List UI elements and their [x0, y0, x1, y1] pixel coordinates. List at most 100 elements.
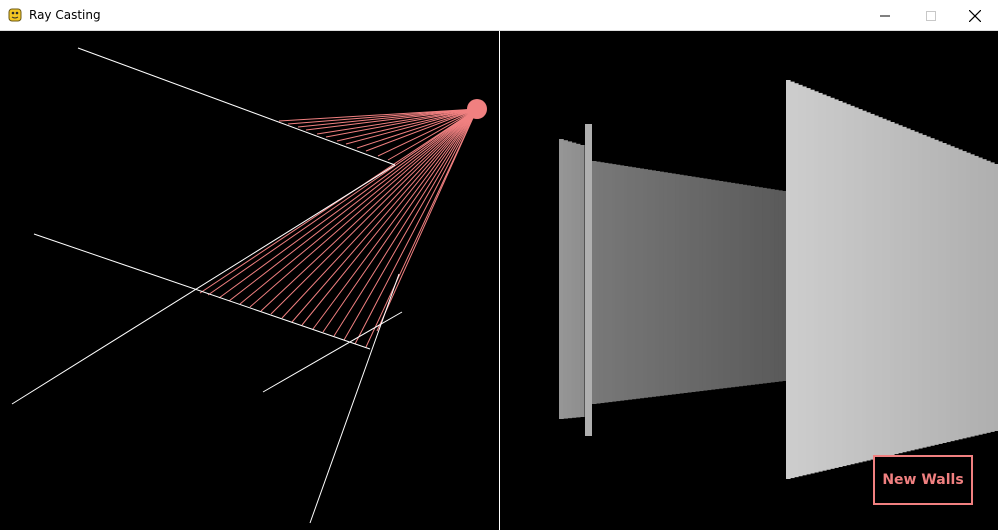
wall-slice [862, 110, 867, 462]
ray-line [270, 108, 478, 315]
wall-slice [818, 92, 823, 472]
wall-slice [794, 83, 799, 478]
wall-slice [782, 191, 787, 381]
wall-slice [774, 189, 779, 382]
wall-slice [926, 136, 931, 447]
wall-slice [710, 179, 716, 390]
wall-slice [675, 174, 680, 394]
close-button[interactable] [952, 0, 998, 31]
minimize-button[interactable] [862, 0, 908, 31]
wall-slice [643, 169, 649, 398]
wall-slice [690, 176, 696, 393]
ray-line [343, 108, 478, 341]
wall-slice [714, 180, 720, 390]
wall-slice [592, 161, 597, 404]
wall-slice [822, 94, 827, 471]
window-titlebar: Ray Casting [0, 0, 998, 31]
ray-line [207, 108, 478, 296]
wall-slice [611, 164, 617, 402]
wall-segment [11, 164, 396, 405]
wall-slice [838, 101, 843, 467]
wall-slice [982, 159, 987, 434]
wall-slice [647, 169, 652, 398]
ray-casting-scene [11, 31, 998, 530]
wall-slice [579, 145, 585, 417]
wall-slice [966, 152, 971, 438]
wall-slice [930, 138, 935, 446]
wall-slice [830, 97, 835, 469]
wall-slice [603, 162, 609, 403]
wall-slice [607, 163, 613, 403]
wall-slice [950, 146, 955, 442]
wall-slice [890, 122, 895, 455]
wall-slice [962, 151, 967, 439]
wall-slice [990, 162, 995, 432]
wall-slice [846, 104, 851, 466]
window-title: Ray Casting [29, 8, 101, 22]
ray-line [249, 108, 478, 308]
pygame-snake-icon [8, 8, 22, 22]
wall-slice [619, 165, 625, 401]
wall-slice [834, 99, 839, 468]
wall-slice [954, 147, 959, 441]
wall-slice [866, 112, 871, 461]
ray-line [301, 108, 478, 326]
wall-slice [663, 172, 668, 396]
wall-slice [687, 176, 692, 393]
new-walls-button[interactable]: New Walls [873, 455, 973, 505]
wall-slice [842, 102, 847, 467]
wall-slice [667, 172, 672, 395]
wall-slice [571, 142, 577, 418]
wall-slice [918, 133, 923, 449]
pygame-canvas[interactable]: New Walls [0, 31, 998, 530]
wall-slice [706, 179, 712, 391]
wall-slice [854, 107, 859, 464]
wall-slice [730, 182, 736, 388]
wall-slice [599, 162, 605, 404]
wall-slice [762, 187, 767, 384]
wall-slice [702, 178, 708, 391]
wall-slice [858, 109, 863, 463]
wall-slice [770, 189, 775, 383]
wall-slice [790, 81, 795, 479]
wall-slice [906, 128, 911, 452]
light-source [467, 99, 487, 119]
wall-slice [826, 96, 831, 470]
wall-slice [978, 157, 983, 435]
wall-slice [766, 188, 771, 383]
wall-slice [639, 168, 645, 399]
wall-slice [994, 164, 998, 431]
ray-line [218, 108, 478, 299]
maximize-icon [926, 10, 936, 21]
wall-slice [651, 170, 656, 397]
ray-line [291, 108, 478, 323]
wall-slice [655, 171, 660, 397]
wall-slice [615, 164, 621, 402]
wall-slice [746, 185, 751, 386]
wall-slice [698, 177, 704, 392]
wall-slice [718, 181, 724, 389]
ray-line [312, 108, 478, 330]
wall-segment [309, 273, 400, 524]
wall-slice [726, 182, 732, 388]
maximize-button[interactable] [908, 0, 954, 31]
wall-slice [914, 131, 919, 450]
wall-slice [894, 123, 899, 455]
wall-slice [910, 130, 915, 451]
wall-slice [722, 181, 728, 389]
wall-slice [942, 143, 947, 443]
wall-slice [938, 141, 943, 444]
wall-slice [898, 125, 903, 454]
wall-slice [850, 105, 855, 465]
wall-slice [595, 161, 601, 404]
wall-slice [934, 139, 939, 445]
wall-slice [659, 171, 664, 396]
wall-slice [810, 89, 815, 474]
wall-slice [874, 115, 879, 459]
wall-slice [798, 84, 803, 477]
wall-slice [671, 173, 676, 395]
wall-slice [778, 190, 783, 382]
wall-slice [878, 117, 883, 458]
wall-segment [77, 47, 396, 166]
wall-slice [631, 167, 637, 400]
